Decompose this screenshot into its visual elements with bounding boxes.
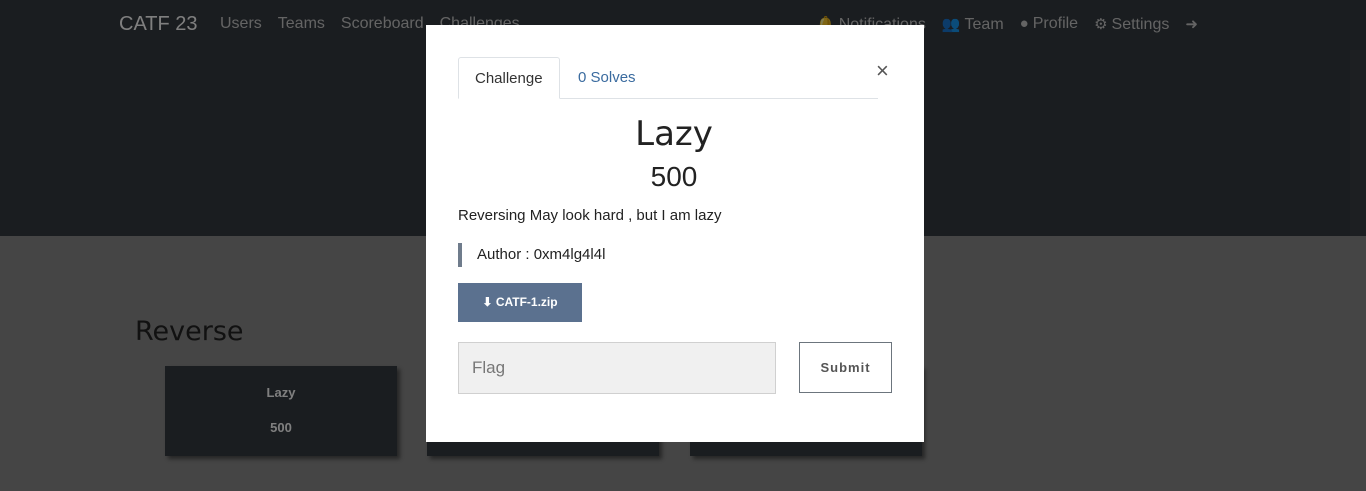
download-icon: ⬇: [482, 295, 493, 309]
submit-button[interactable]: Submit: [799, 342, 892, 393]
download-file-button[interactable]: ⬇ CATF-1.zip: [458, 283, 582, 322]
challenge-description: Reversing May look hard , but I am lazy: [458, 207, 722, 224]
tab-challenge[interactable]: Challenge: [458, 57, 560, 99]
flag-input[interactable]: [458, 342, 776, 394]
challenge-name: Lazy: [635, 114, 713, 154]
download-file-label: CATF-1.zip: [495, 295, 558, 309]
modal-tabs: Challenge 0 Solves: [458, 57, 878, 99]
challenge-value: 500: [650, 161, 698, 192]
author-blockquote: Author : 0xm4lg4l4l: [458, 243, 605, 267]
tab-solves[interactable]: 0 Solves: [562, 57, 652, 99]
